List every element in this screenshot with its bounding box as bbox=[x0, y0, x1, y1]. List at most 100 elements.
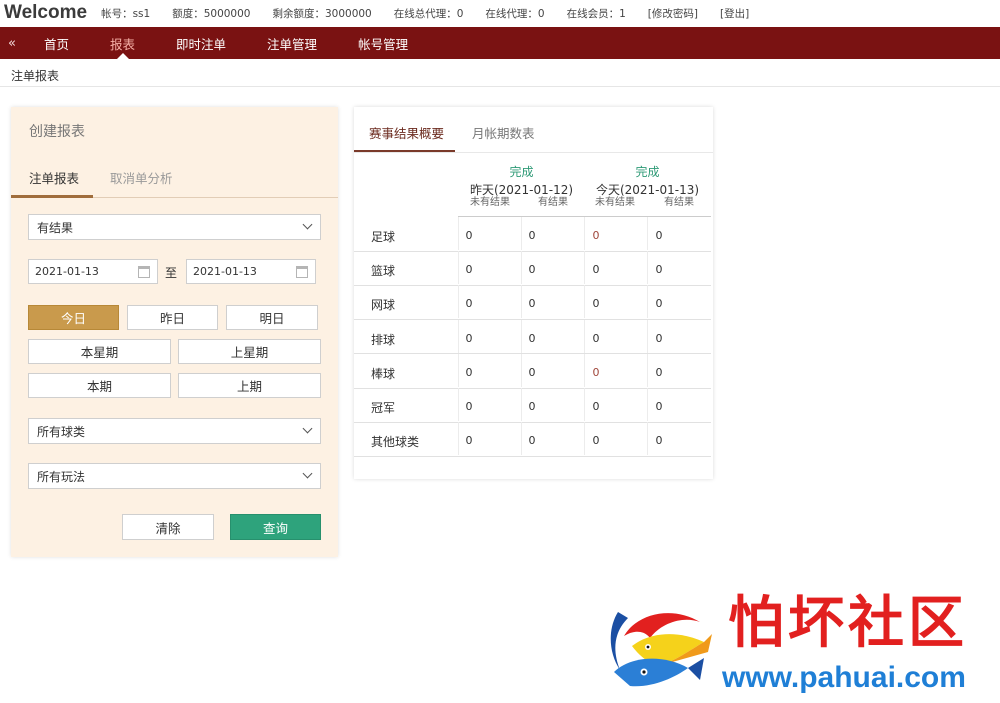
table-cell[interactable]: 0 bbox=[449, 229, 489, 242]
results-summary-panel: 赛事结果概要 月帐期数表 完成 昨天(2021-01-12) 完成 今天(202… bbox=[354, 107, 713, 479]
active-tab-indicator bbox=[11, 195, 93, 198]
change-password-link[interactable]: [修改密码] bbox=[648, 6, 698, 21]
sport-select-value: 所有球类 bbox=[37, 424, 86, 439]
tab-results-summary[interactable]: 赛事结果概要 bbox=[369, 123, 444, 142]
nav-home[interactable]: 首页 bbox=[44, 27, 69, 59]
table-cell[interactable]: 0 bbox=[639, 366, 679, 379]
table-cell[interactable]: 0 bbox=[449, 434, 489, 447]
tomorrow-button[interactable]: 明日 bbox=[226, 305, 318, 330]
calendar-icon[interactable] bbox=[138, 266, 150, 278]
table-row-divider bbox=[354, 353, 711, 355]
table-cell[interactable]: 0 bbox=[449, 263, 489, 276]
date-to-value: 2021-01-13 bbox=[193, 265, 257, 278]
main-nav: « 首页 报表 即时注单 注单管理 帐号管理 bbox=[0, 27, 1000, 59]
date-from-input[interactable]: 2021-01-13 bbox=[28, 259, 158, 284]
panel-title: 创建报表 bbox=[29, 124, 85, 140]
table-cell[interactable]: 0 bbox=[639, 229, 679, 242]
nav-bet-management[interactable]: 注单管理 bbox=[267, 27, 317, 59]
table-cell[interactable]: 0 bbox=[576, 434, 616, 447]
table-cell[interactable]: 0 bbox=[512, 297, 552, 310]
online-members-info: 在线会员：1 bbox=[566, 7, 626, 20]
sport-select[interactable]: 所有球类 bbox=[28, 418, 321, 444]
yesterday-button[interactable]: 昨日 bbox=[127, 305, 218, 330]
table-cell[interactable]: 0 bbox=[639, 332, 679, 345]
result-select-value: 有结果 bbox=[37, 220, 74, 235]
table-row-divider bbox=[354, 319, 711, 321]
table-row-divider bbox=[354, 284, 711, 286]
today-button[interactable]: 今日 bbox=[28, 305, 119, 330]
collapse-sidebar-icon[interactable]: « bbox=[0, 27, 24, 59]
last-week-button[interactable]: 上星期 bbox=[178, 339, 321, 364]
table-cell[interactable]: 0 bbox=[449, 400, 489, 413]
breadcrumb-divider bbox=[0, 86, 1000, 87]
tab-cancel-analysis[interactable]: 取消单分析 bbox=[110, 168, 173, 187]
fish-logo-icon bbox=[610, 612, 712, 687]
create-report-panel: 创建报表 注单报表 取消单分析 有结果 2021-01-13 至 2021-01… bbox=[11, 107, 338, 557]
welcome-title: Welcome bbox=[4, 2, 88, 23]
table-cell[interactable]: 0 bbox=[639, 297, 679, 310]
watermark-url: www.pahuai.com bbox=[722, 661, 966, 694]
table-cell[interactable]: 0 bbox=[576, 297, 616, 310]
table-cell[interactable]: 0 bbox=[576, 332, 616, 345]
tab-monthly-period[interactable]: 月帐期数表 bbox=[472, 123, 535, 142]
calendar-icon[interactable] bbox=[296, 266, 308, 278]
last-period-button[interactable]: 上期 bbox=[178, 373, 321, 398]
clear-button[interactable]: 清除 bbox=[122, 514, 214, 540]
breadcrumb: 注单报表 bbox=[11, 69, 60, 83]
sub-header-no-result: 未有结果 bbox=[595, 197, 635, 208]
table-row-divider bbox=[354, 421, 711, 423]
sub-header-has-result: 有结果 bbox=[664, 197, 694, 208]
remaining-quota-info: 剩余额度：3000000 bbox=[272, 7, 372, 20]
table-cell[interactable]: 0 bbox=[576, 263, 616, 276]
nav-reports[interactable]: 报表 bbox=[110, 27, 135, 59]
table-cell[interactable]: 0 bbox=[639, 400, 679, 413]
quota-info: 额度：5000000 bbox=[172, 7, 251, 20]
date-to-input[interactable]: 2021-01-13 bbox=[186, 259, 316, 284]
sub-header-no-result: 未有结果 bbox=[470, 197, 510, 208]
date-range-separator: 至 bbox=[165, 266, 178, 280]
yesterday-status: 完成 bbox=[509, 165, 534, 179]
table-cell[interactable]: 0 bbox=[512, 332, 552, 345]
result-select[interactable]: 有结果 bbox=[28, 214, 321, 240]
table-cell[interactable]: 0 bbox=[449, 297, 489, 310]
table-cell[interactable]: 0 bbox=[576, 366, 616, 379]
table-cell[interactable]: 0 bbox=[639, 434, 679, 447]
table-cell[interactable]: 0 bbox=[512, 400, 552, 413]
play-type-select[interactable]: 所有玩法 bbox=[28, 463, 321, 489]
this-week-button[interactable]: 本星期 bbox=[28, 339, 171, 364]
sport-name: 棒球 bbox=[371, 366, 396, 381]
watermark-title: 怕坏社区 bbox=[728, 591, 968, 656]
table-cell[interactable]: 0 bbox=[576, 229, 616, 242]
nav-account-management[interactable]: 帐号管理 bbox=[358, 27, 408, 59]
online-total-agents-info: 在线总代理：0 bbox=[393, 7, 464, 20]
sport-name: 篮球 bbox=[371, 264, 396, 279]
query-button[interactable]: 查询 bbox=[230, 514, 321, 540]
tab-bet-report[interactable]: 注单报表 bbox=[29, 168, 79, 187]
table-cell[interactable]: 0 bbox=[512, 434, 552, 447]
table-cell[interactable]: 0 bbox=[449, 332, 489, 345]
table-cell[interactable]: 0 bbox=[576, 400, 616, 413]
table-cell[interactable]: 0 bbox=[512, 229, 552, 242]
date-from-value: 2021-01-13 bbox=[35, 265, 99, 278]
sport-name: 网球 bbox=[371, 298, 396, 313]
logout-link[interactable]: [登出] bbox=[720, 6, 749, 21]
chevron-down-icon bbox=[302, 423, 313, 434]
today-status: 完成 bbox=[635, 165, 660, 179]
sport-name: 其他球类 bbox=[371, 435, 420, 450]
table-cell[interactable]: 0 bbox=[512, 263, 552, 276]
online-agents-info: 在线代理：0 bbox=[485, 7, 545, 20]
table-row-divider bbox=[354, 250, 711, 252]
nav-live-bets[interactable]: 即时注单 bbox=[176, 27, 226, 59]
table-cell[interactable]: 0 bbox=[512, 366, 552, 379]
chevron-down-icon bbox=[302, 219, 313, 230]
top-info-bar: Welcome 帐号：ss1 额度：5000000 剩余额度：3000000 在… bbox=[0, 0, 1000, 26]
chevron-down-icon bbox=[302, 468, 313, 479]
sport-name: 冠军 bbox=[371, 401, 396, 415]
table-cell[interactable]: 0 bbox=[639, 263, 679, 276]
sport-name: 足球 bbox=[371, 230, 396, 244]
this-period-button[interactable]: 本期 bbox=[28, 373, 171, 398]
table-cell[interactable]: 0 bbox=[449, 366, 489, 379]
table-row-divider bbox=[354, 387, 711, 389]
tab-divider bbox=[354, 152, 713, 153]
play-type-select-value: 所有玩法 bbox=[37, 469, 86, 484]
